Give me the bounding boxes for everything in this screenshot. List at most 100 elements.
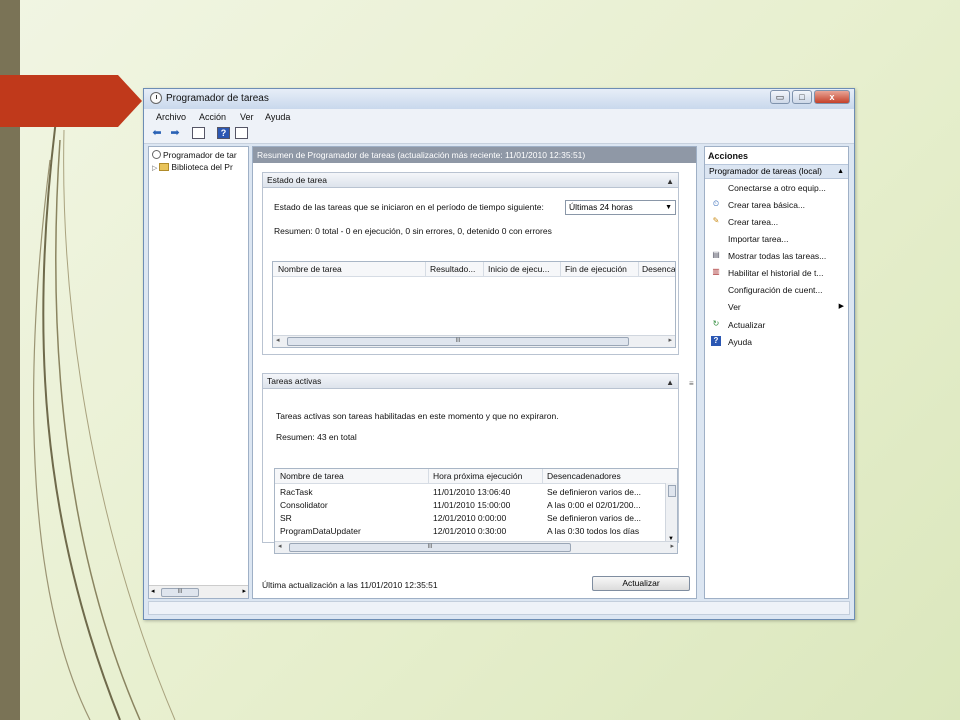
- help-icon[interactable]: ?: [217, 127, 230, 139]
- action-create-task[interactable]: Crear tarea...: [728, 217, 838, 227]
- collapse-icon[interactable]: ▲: [666, 375, 674, 390]
- trigger-cell: Se definieron varios de...: [547, 487, 642, 497]
- column-separator[interactable]: [560, 262, 561, 276]
- trigger-cell: A las 0:30 todos los días: [547, 526, 640, 536]
- scroll-thumb[interactable]: III: [287, 337, 629, 346]
- forward-arrow-icon[interactable]: ➡: [168, 127, 182, 140]
- refresh-button[interactable]: Actualizar: [592, 576, 690, 591]
- active-description: Tareas activas son tareas habilitadas en…: [276, 411, 559, 421]
- column-header[interactable]: Resultado...: [430, 264, 482, 274]
- tree-item-task-scheduler[interactable]: Programador de tar: [152, 150, 247, 160]
- action-import-task[interactable]: Importar tarea...: [728, 234, 838, 244]
- next-run-cell: 11/01/2010 15:00:00: [433, 500, 511, 510]
- task-status-title: Estado de tarea: [267, 175, 328, 185]
- help-icon: ?: [711, 336, 721, 346]
- action-help[interactable]: Ayuda: [728, 337, 838, 347]
- period-dropdown[interactable]: Últimas 24 horas ▼: [565, 200, 676, 215]
- action-create-basic-task[interactable]: Crear tarea básica...: [728, 200, 838, 210]
- active-summary: Resumen: 43 en total: [276, 432, 357, 442]
- actions-pane: Acciones Programador de tareas (local) ▲…: [704, 146, 849, 599]
- grid-header: Nombre de tarea Hora próxima ejecución D…: [275, 469, 677, 484]
- scroll-thumb[interactable]: III: [289, 543, 571, 552]
- task-status-grid: Nombre de tarea Resultado... Inicio de e…: [272, 261, 676, 348]
- scroll-thumb[interactable]: III: [161, 588, 199, 597]
- grid-horizontal-scrollbar[interactable]: ◂ III ▸: [275, 541, 677, 553]
- scroll-right-icon[interactable]: ▸: [668, 336, 672, 344]
- refresh-icon: ↻: [712, 319, 720, 328]
- scroll-right-icon[interactable]: ▸: [670, 542, 674, 550]
- action-view[interactable]: Ver: [728, 302, 838, 312]
- basic-task-icon: ⏲: [712, 199, 720, 208]
- active-tasks-section: Tareas activas ▲ Tareas activas son tare…: [262, 373, 679, 554]
- column-header[interactable]: Nombre de tarea: [278, 264, 418, 274]
- tree-item-label: Programador de tar: [163, 150, 237, 160]
- expand-icon[interactable]: ▷: [152, 165, 157, 172]
- action-enable-history[interactable]: Habilitar el historial de t...: [728, 268, 838, 278]
- grid-vertical-scrollbar[interactable]: ▼: [665, 483, 677, 543]
- next-run-cell: 11/01/2010 13:06:40: [433, 487, 511, 497]
- column-separator[interactable]: [425, 262, 426, 276]
- action-refresh[interactable]: Actualizar: [728, 320, 838, 330]
- actions-group-header[interactable]: Programador de tareas (local) ▲: [705, 164, 848, 179]
- menu-bar: Archivo Acción Ver Ayuda: [144, 109, 854, 125]
- collapse-icon[interactable]: ▲: [666, 174, 674, 189]
- section-title[interactable]: Estado de tarea ▲: [263, 173, 678, 188]
- section-title[interactable]: Tareas activas ▲: [263, 374, 678, 389]
- pane-splitter[interactable]: ≡: [689, 379, 694, 388]
- column-separator[interactable]: [428, 469, 429, 483]
- chevron-down-icon: ▼: [665, 204, 672, 211]
- folder-icon: [159, 163, 170, 171]
- close-button[interactable]: x: [814, 90, 850, 104]
- column-header[interactable]: Fin de ejecución: [565, 264, 637, 274]
- scroll-left-icon[interactable]: ◂: [151, 587, 155, 595]
- minimize-button[interactable]: ▭: [770, 90, 790, 104]
- menu-ayuda[interactable]: Ayuda: [265, 112, 290, 122]
- maximize-button[interactable]: □: [792, 90, 812, 104]
- tree-item-label: Biblioteca del Pr: [171, 162, 233, 172]
- column-separator[interactable]: [542, 469, 543, 483]
- scroll-right-icon[interactable]: ▸: [242, 587, 246, 595]
- menu-accion[interactable]: Acción: [199, 112, 226, 122]
- scroll-thumb[interactable]: [668, 485, 676, 497]
- action-account-config[interactable]: Configuración de cuent...: [728, 285, 838, 295]
- column-separator[interactable]: [638, 262, 639, 276]
- back-arrow-icon[interactable]: ⬅: [150, 127, 164, 140]
- actions-title: Acciones: [708, 151, 749, 161]
- period-value: Últimas 24 horas: [569, 202, 633, 212]
- active-tasks-title: Tareas activas: [267, 376, 322, 386]
- task-status-section: Estado de tarea ▲ Estado de las tareas q…: [262, 172, 679, 355]
- clock-icon: [152, 150, 161, 159]
- column-header[interactable]: Nombre de tarea: [280, 471, 425, 481]
- actions-group-label: Programador de tareas (local): [709, 166, 822, 176]
- menu-ver[interactable]: Ver: [240, 112, 254, 122]
- toolbar: ⬅ ➡ ?: [144, 125, 854, 144]
- tree-item-library[interactable]: ▷ Biblioteca del Pr: [152, 162, 247, 172]
- last-update-text: Última actualización a las 11/01/2010 12…: [262, 580, 438, 590]
- show-tasks-icon: ▤: [712, 250, 720, 259]
- menu-archivo[interactable]: Archivo: [156, 112, 186, 122]
- column-header[interactable]: Inicio de ejecu...: [488, 264, 558, 274]
- title-bar: Programador de tareas ▭ □ x: [144, 89, 854, 109]
- status-bar: [148, 601, 850, 615]
- status-summary: Resumen: 0 total - 0 en ejecución, 0 sin…: [274, 226, 552, 236]
- action-show-all-tasks[interactable]: Mostrar todas las tareas...: [728, 251, 838, 261]
- summary-pane: Resumen de Programador de tareas (actual…: [252, 146, 697, 599]
- column-header[interactable]: Hora próxima ejecución: [433, 471, 539, 481]
- period-prompt: Estado de las tareas que se iniciaron en…: [274, 202, 544, 212]
- action-connect[interactable]: Conectarse a otro equip...: [728, 183, 838, 193]
- task-name-cell: Consolidator: [280, 500, 328, 510]
- active-tasks-grid: Nombre de tarea Hora próxima ejecución D…: [274, 468, 678, 554]
- scroll-left-icon[interactable]: ◂: [278, 542, 282, 550]
- trigger-cell: Se definieron varios de...: [547, 513, 642, 523]
- collapse-icon[interactable]: ▲: [837, 165, 844, 178]
- task-name-cell: SR: [280, 513, 292, 523]
- scroll-left-icon[interactable]: ◂: [276, 336, 280, 344]
- column-separator[interactable]: [483, 262, 484, 276]
- submenu-arrow-icon: ▶: [838, 303, 844, 310]
- column-header[interactable]: Desenca: [642, 264, 675, 274]
- console-tree-icon[interactable]: [192, 127, 205, 139]
- tree-horizontal-scrollbar[interactable]: ◂ III ▸: [149, 585, 248, 598]
- action-pane-icon[interactable]: [235, 127, 248, 139]
- grid-horizontal-scrollbar[interactable]: ◂ III ▸: [273, 335, 675, 347]
- column-header[interactable]: Desencadenadores: [547, 471, 659, 481]
